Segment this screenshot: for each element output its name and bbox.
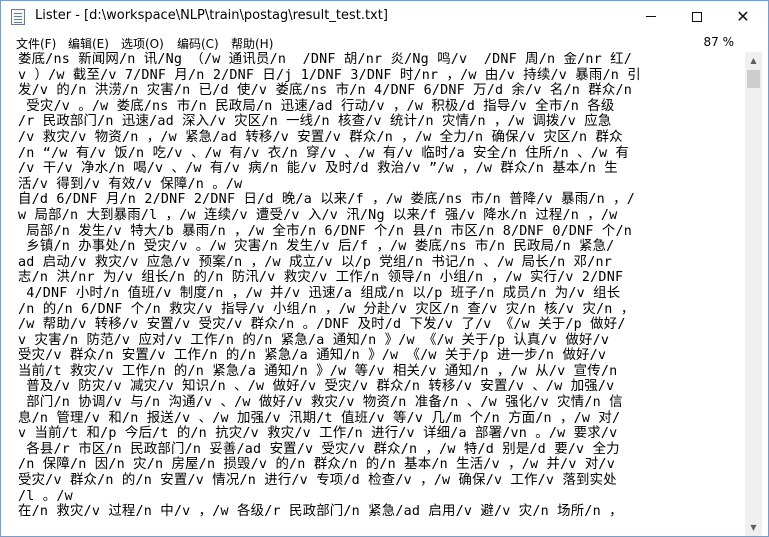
text-line: 娄底/ns 新闻网/n 讯/Ng （/w 通讯员/n /DNF 胡/nr 炎/N… bbox=[18, 52, 633, 67]
maximize-icon bbox=[692, 11, 702, 22]
close-button[interactable]: ✕ bbox=[720, 1, 766, 32]
scroll-down-arrow-icon: ▼ bbox=[750, 523, 757, 532]
text-line: 4/DNF 小时/n 值班/v 制度/n ，/w 并/v 迅速/a 组成/n 以… bbox=[18, 285, 621, 301]
file-content[interactable]: 娄底/ns 新闻网/n 讯/Ng （/w 通讯员/n /DNF 胡/nr 炎/N… bbox=[1, 52, 745, 520]
vertical-scrollbar[interactable]: ▲ ▼ bbox=[745, 52, 762, 536]
text-line: 在/n 救灾/v 过程/n 中/v ，/w 各级/r 民政部门/n 紧急/ad … bbox=[18, 504, 623, 520]
text-line: /n 的/n 6/DNF 个/n 救灾/v 指导/v 小组/n ，/w 分赴/v… bbox=[18, 301, 635, 317]
text-line: /v 救灾/v 物资/n ，/w 紧急/ad 转移/v 安置/v 群众/n ，/… bbox=[18, 129, 623, 145]
text-line: 志/n 洪/nr 为/v 组长/n 的/n 防汛/v 救灾/v 工作/n 领导/… bbox=[18, 270, 624, 286]
text-line: 乡镇/n 办事处/n 受灾/v 。/w 灾害/n 发生/v 后/f ，/w 娄底… bbox=[18, 239, 615, 255]
minimize-icon bbox=[646, 16, 656, 17]
menu-options[interactable]: 选项(O) bbox=[121, 35, 164, 52]
scroll-up-button[interactable]: ▲ bbox=[745, 52, 762, 69]
text-line: /n 保障/n 因/n 灾/n 房屋/n 损毁/v 的/n 群众/n 的/n 基… bbox=[18, 457, 615, 473]
menu-encoding[interactable]: 编码(C) bbox=[177, 35, 219, 52]
window-title: Lister - [d:\workspace\NLP\train\postag\… bbox=[35, 8, 388, 23]
text-viewer[interactable]: 娄底/ns 新闻网/n 讯/Ng （/w 通讯员/n /DNF 胡/nr 炎/N… bbox=[1, 52, 745, 536]
menu-edit[interactable]: 编辑(E) bbox=[68, 35, 109, 52]
title-bar[interactable]: Lister - [d:\workspace\NLP\train\postag\… bbox=[1, 1, 768, 32]
text-line: /r 民政部门/n 迅速/ad 深入/v 灾区/n 一线/n 核查/v 统计/n… bbox=[18, 114, 612, 130]
text-line: /n “/w 有/v 饭/n 吃/v 、/w 有/v 衣/n 穿/v 、/w 有… bbox=[18, 145, 630, 161]
scroll-down-button[interactable]: ▼ bbox=[745, 519, 762, 536]
text-line: /v 干/v 净水/n 喝/v 、/w 有/v 病/n 能/v 及时/d 救治/… bbox=[18, 161, 618, 177]
text-line: w 局部/n 大到暴雨/l ，/w 连续/v 遭受/v 入/v 汛/Ng 以来/… bbox=[18, 207, 618, 223]
scroll-thumb[interactable] bbox=[747, 70, 760, 88]
text-line: 受灾/v 。/w 娄底/ns 市/n 民政局/n 迅速/ad 行动/v ，/w … bbox=[18, 98, 615, 114]
menu-help[interactable]: 帮助(H) bbox=[231, 35, 273, 52]
zoom-level: 87 % bbox=[703, 35, 735, 49]
minimize-button[interactable] bbox=[628, 1, 674, 32]
text-line: 当前/t 救灾/v 工作/n 的/n 紧急/a 通知/n 》/w 等/v 相关/… bbox=[18, 363, 618, 379]
lister-window: Lister - [d:\workspace\NLP\train\postag\… bbox=[0, 0, 769, 537]
text-line: /w 帮助/v 转移/v 安置/v 受灾/v 群众/n 。/DNF 及时/d 下… bbox=[18, 317, 626, 333]
menu-file[interactable]: 文件(F) bbox=[16, 35, 56, 52]
text-line: 普及/v 防灾/v 减灾/v 知识/n 、/w 做好/v 受灾/v 群众/n 转… bbox=[18, 379, 615, 395]
text-line: v 当前/t 和/p 今后/t 的/n 抗灾/v 救灾/v 工作/n 进行/v … bbox=[18, 426, 618, 442]
close-icon: ✕ bbox=[736, 7, 750, 26]
text-line: ad 启动/v 救灾/v 应急/v 预案/n ，/w 成立/v 以/p 党组/n… bbox=[18, 254, 613, 270]
maximize-button[interactable] bbox=[674, 1, 720, 32]
window-edge bbox=[762, 52, 768, 536]
text-line: 部门/n 协调/v 与/n 沟通/v 、/w 做好/v 救灾/v 物资/n 准备… bbox=[18, 395, 623, 411]
menu-bar: 文件(F) 编辑(E) 选项(O) 编码(C) 帮助(H) 87 % bbox=[1, 32, 768, 52]
text-line: v 灾害/n 防范/v 应对/v 工作/n 的/n 紧急/a 通知/n 》/w … bbox=[18, 332, 610, 348]
text-line: 活/v 得到/v 有效/v 保障/n 。/w bbox=[18, 176, 243, 192]
text-line: 自/d 6/DNF 月/n 2/DNF 2/DNF 日/d 晚/a 以来/f ，… bbox=[18, 192, 635, 208]
text-line: /l 。/w bbox=[18, 488, 73, 504]
text-line: v ）/w 截至/v 7/DNF 月/n 2/DNF 日/j 1/DNF 3/D… bbox=[18, 67, 641, 83]
text-line: 各县/r 市区/n 民政部门/n 妥善/ad 安置/v 受灾/v 群众/n ，/… bbox=[18, 441, 620, 457]
scroll-up-arrow-icon: ▲ bbox=[750, 56, 757, 65]
text-line: 受灾/v 群众/n 的/n 安置/v 情况/n 进行/v 专项/d 检查/v ，… bbox=[18, 473, 617, 489]
text-file-icon bbox=[11, 9, 25, 25]
text-line: 息/n 管理/v 和/n 报送/v 、/w 加强/v 汛期/t 值班/v 等/v… bbox=[18, 410, 621, 426]
text-line: 受灾/v 群众/n 安置/v 工作/n 的/n 紧急/a 通知/n 》/w 《/… bbox=[18, 348, 607, 364]
text-line: 局部/n 发生/v 特大/b 暴雨/n ，/w 全市/n 6/DNF 个/n 县… bbox=[18, 223, 633, 239]
text-line: 发/v 的/n 洪涝/n 灾害/n 已/d 使/v 娄底/ns 市/n 4/DN… bbox=[18, 83, 633, 99]
